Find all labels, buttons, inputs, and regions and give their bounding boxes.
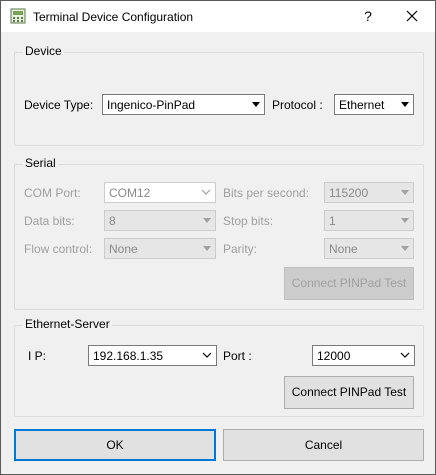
com-port-value: COM12 [109, 186, 151, 200]
stop-bits-select[interactable]: 1 [324, 210, 414, 231]
chevron-down-icon [252, 102, 260, 107]
serial-connect-test-button[interactable]: Connect PINPad Test [284, 267, 414, 300]
bits-per-second-select[interactable]: 115200 [324, 182, 414, 203]
parity-label: Parity: [223, 242, 258, 256]
device-type-select[interactable]: Ingenico-PinPad [102, 94, 265, 115]
protocol-label: Protocol : [272, 98, 323, 112]
port-value: 12000 [317, 349, 351, 363]
chevron-down-icon [203, 246, 211, 251]
chevron-down-icon [401, 102, 409, 107]
chevron-down-icon [401, 246, 409, 251]
ok-label: OK [106, 438, 124, 452]
cancel-label: Cancel [304, 438, 343, 452]
ok-button[interactable]: OK [14, 429, 216, 461]
ip-value: 192.168.1.35 [93, 349, 164, 363]
chevron-down-icon [202, 352, 212, 358]
data-bits-value: 8 [109, 214, 116, 228]
protocol-value: Ethernet [339, 98, 385, 112]
bits-per-second-label: Bits per second: [223, 186, 310, 200]
ethernet-server-group-label: Ethernet-Server [23, 317, 112, 331]
cancel-button[interactable]: Cancel [223, 429, 424, 461]
chevron-down-icon [401, 218, 409, 223]
stop-bits-value: 1 [329, 214, 336, 228]
close-button[interactable] [389, 1, 435, 32]
com-port-label: COM Port: [24, 186, 81, 200]
chevron-down-icon [401, 190, 409, 195]
ethernet-connect-test-button[interactable]: Connect PINPad Test [284, 376, 414, 409]
window-title: Terminal Device Configuration [33, 10, 194, 24]
close-icon [406, 10, 418, 22]
flow-control-value: None [109, 242, 138, 256]
chevron-down-icon [201, 189, 211, 195]
ip-label: I P: [28, 349, 47, 363]
protocol-select[interactable]: Ethernet [334, 94, 414, 115]
device-type-label: Device Type: [24, 98, 94, 112]
serial-group-label: Serial [23, 156, 58, 170]
app-icon [10, 8, 26, 24]
parity-value: None [329, 242, 358, 256]
port-select[interactable]: 12000 [312, 345, 415, 366]
data-bits-label: Data bits: [24, 214, 75, 228]
ip-select[interactable]: 192.168.1.35 [88, 345, 217, 366]
serial-connect-test-label: Connect PINPad Test [291, 276, 407, 290]
port-label: Port : [223, 349, 252, 363]
title-bar[interactable]: Terminal Device Configuration ? [1, 1, 435, 32]
parity-select[interactable]: None [324, 238, 414, 259]
flow-control-select[interactable]: None [104, 238, 216, 259]
ethernet-connect-test-label: Connect PINPad Test [291, 385, 407, 399]
chevron-down-icon [400, 352, 410, 358]
bits-per-second-value: 115200 [329, 186, 369, 200]
chevron-down-icon [203, 218, 211, 223]
data-bits-select[interactable]: 8 [104, 210, 216, 231]
dialog-window: Terminal Device Configuration ? Device D… [0, 0, 436, 475]
device-group-label: Device [23, 44, 64, 58]
device-type-value: Ingenico-PinPad [107, 98, 196, 112]
com-port-select[interactable]: COM12 [104, 182, 216, 203]
stop-bits-label: Stop bits: [223, 214, 274, 228]
flow-control-label: Flow control: [24, 242, 93, 256]
help-button[interactable]: ? [345, 1, 391, 32]
